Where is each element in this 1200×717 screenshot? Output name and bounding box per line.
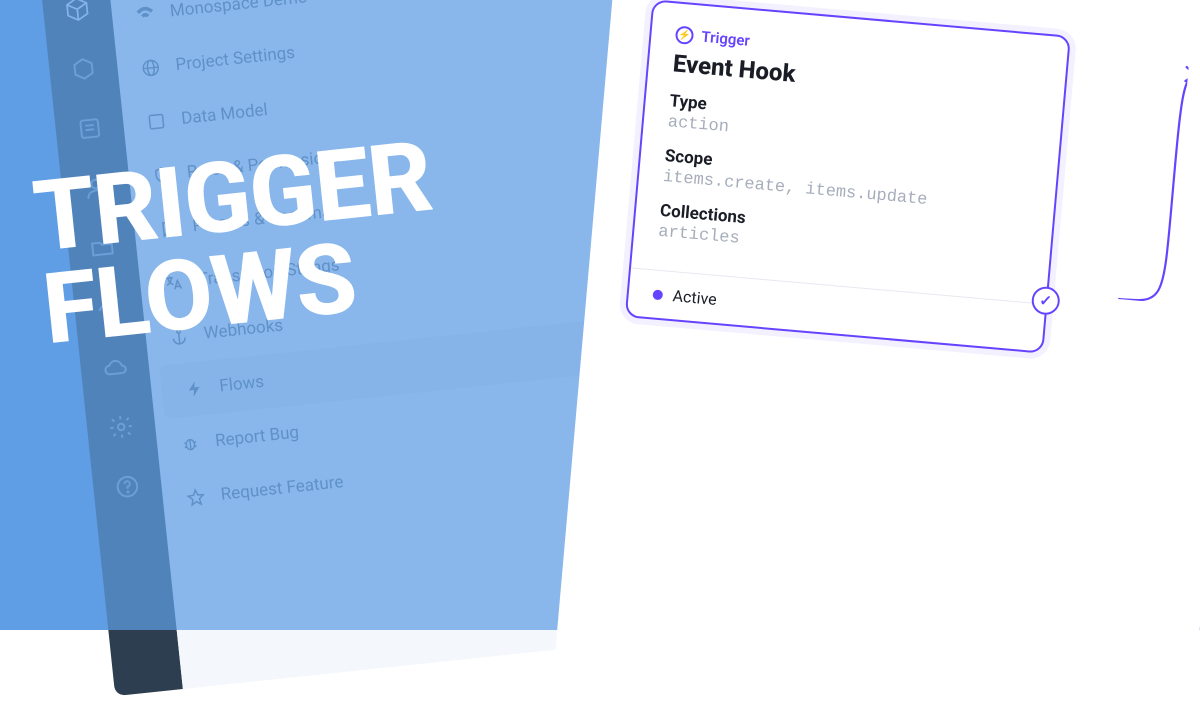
translate-icon [161, 271, 185, 295]
trigger-bolt-icon: ⚡ [675, 25, 695, 45]
sidebar-item-label: Translation Strings [197, 255, 340, 290]
cloud-icon [98, 351, 131, 384]
help-icon [111, 470, 144, 503]
sidebar-project-label: Monospace Demo [169, 0, 308, 22]
sidebar-item-label: Request Feature [220, 472, 345, 505]
star-icon [184, 485, 208, 509]
flow-connector [1048, 54, 1188, 304]
bug-icon [178, 432, 202, 456]
folder-icon [86, 231, 119, 264]
box-icon [67, 52, 100, 85]
trigger-card[interactable]: ⚡ Trigger Event Hook Type action Scope i… [625, 0, 1071, 354]
bolt-icon [183, 377, 207, 401]
sidebar-item-label: Report Bug [214, 422, 300, 451]
person-icon [80, 172, 113, 205]
status-label: Active [672, 286, 718, 309]
data-icon [144, 110, 168, 134]
sidebar-item-label: Presets & Bookmar... [192, 200, 351, 236]
sidebar-item-label: Roles & Permissions [186, 147, 342, 183]
sidebar-item-label: Webhooks [203, 316, 284, 344]
bookmark-icon [156, 217, 180, 241]
sidebar-item-label: Flows [218, 372, 265, 397]
gear-icon [105, 410, 138, 443]
sidebar-item-label: Project Settings [175, 43, 296, 75]
logo-cube-icon [61, 0, 94, 26]
anchor-icon [167, 324, 191, 348]
wifi-icon [133, 2, 157, 26]
list-icon [73, 112, 106, 145]
status-dot-icon [652, 289, 663, 300]
activity-icon [92, 291, 125, 324]
globe-icon [139, 56, 163, 80]
flow-detail-panel: Flows Articles ⚡ Trigger Event Hook Type… [554, 0, 1200, 717]
shield-icon [150, 163, 174, 187]
sidebar-item-label: Data Model [180, 100, 268, 129]
card-eyebrow-label: Trigger [701, 28, 751, 50]
